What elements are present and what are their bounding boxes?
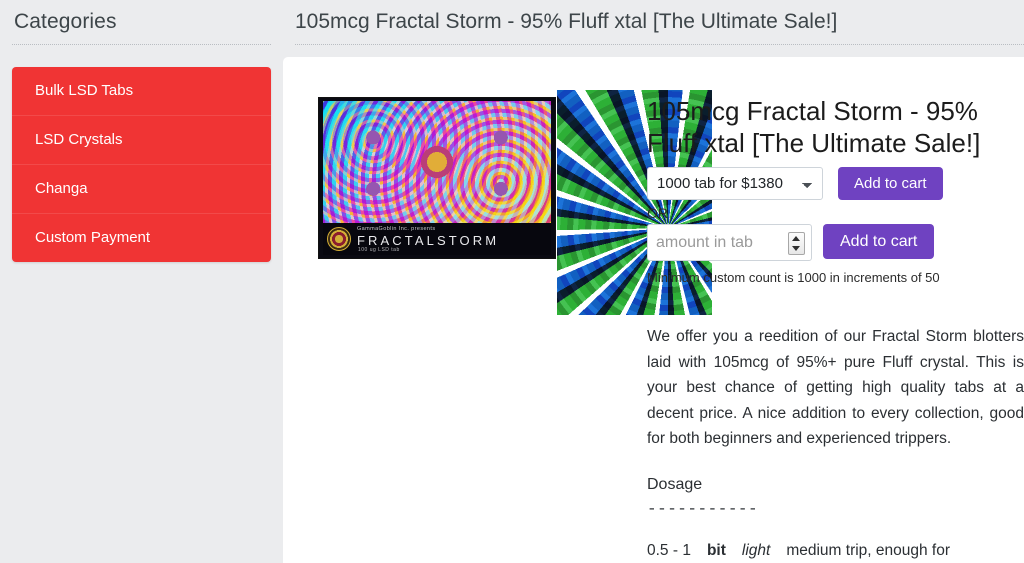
sidebar-heading: Categories: [14, 10, 117, 33]
variant-row: 1000 tab for $1380 Add to cart: [647, 167, 1024, 200]
product-card: GammaGoblin Inc. presents FRACTALSTORM 1…: [283, 57, 1024, 563]
spinner-up-icon[interactable]: [792, 236, 800, 241]
blotter-label-strip: GammaGoblin Inc. presents FRACTALSTORM 1…: [323, 223, 551, 255]
dosage-first-entry: 0.5 - 1 bit light medium trip, enough for: [647, 538, 1024, 563]
mandala-logo-icon: [327, 227, 351, 251]
or-label: OR: [647, 205, 668, 221]
add-to-cart-custom-button[interactable]: Add to cart: [823, 224, 935, 259]
dosage-rest: medium trip, enough for: [786, 542, 951, 559]
sidebar-item-lsd-crystals[interactable]: LSD Crystals: [12, 115, 271, 164]
minimum-count-note: Minimum custom count is 1000 in incremen…: [647, 270, 940, 285]
purchase-form: 1000 tab for $1380 Add to cart OR Add to…: [647, 167, 1024, 286]
dosage-unit: bit: [706, 542, 726, 559]
product-title: 105mcg Fractal Storm - 95% Fluff xtal [T…: [647, 96, 981, 158]
product-image-blotter[interactable]: GammaGoblin Inc. presents FRACTALSTORM 1…: [318, 97, 556, 259]
dosage-intensity: light: [741, 542, 771, 559]
main-content: 105mcg Fractal Storm - 95% Fluff xtal [T…: [283, 0, 1024, 563]
sidebar-divider: [12, 44, 271, 45]
blotter-brand-line: GammaGoblin Inc. presents: [357, 226, 436, 232]
dosage-range: 0.5 - 1: [647, 542, 691, 559]
product-page: Categories Bulk LSD Tabs LSD Crystals Ch…: [0, 0, 1024, 563]
sidebar-item-custom-payment[interactable]: Custom Payment: [12, 213, 271, 262]
sidebar-item-changa[interactable]: Changa: [12, 164, 271, 213]
add-to-cart-button[interactable]: Add to cart: [838, 167, 943, 200]
page-title-divider: [295, 44, 1024, 45]
spinner-down-icon[interactable]: [792, 246, 800, 251]
page-title: 105mcg Fractal Storm - 95% Fluff xtal [T…: [295, 10, 838, 33]
category-list: Bulk LSD Tabs LSD Crystals Changa Custom…: [12, 67, 271, 262]
dosage-heading: Dosage: [647, 476, 703, 493]
product-description: We offer you a reedition of our Fractal …: [647, 328, 1024, 447]
fractal-artwork: [323, 101, 551, 223]
sidebar: Categories Bulk LSD Tabs LSD Crystals Ch…: [0, 0, 283, 563]
blotter-subtitle: 100 ug LSD tab: [358, 247, 400, 253]
custom-amount-row: Add to cart: [647, 224, 1024, 261]
spinner-arrows-icon[interactable]: [788, 232, 805, 255]
variant-select[interactable]: 1000 tab for $1380: [647, 167, 823, 200]
custom-amount-input[interactable]: [648, 225, 784, 260]
dosage-divider: -----------: [647, 500, 759, 518]
quantity-stepper[interactable]: [647, 224, 812, 261]
blotter-title: FRACTALSTORM: [357, 233, 500, 248]
sidebar-item-bulk-lsd-tabs[interactable]: Bulk LSD Tabs: [12, 67, 271, 115]
